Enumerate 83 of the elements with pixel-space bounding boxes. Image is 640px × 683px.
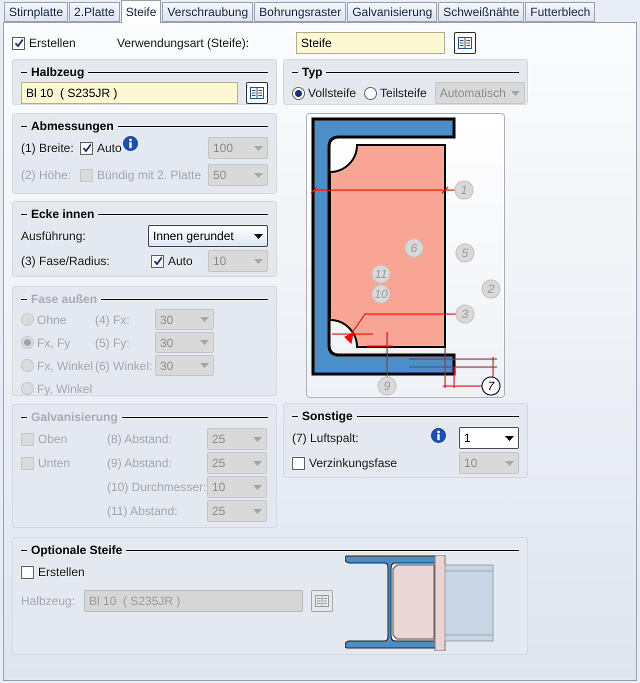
caret-icon [253,436,262,442]
field-label: (4) Fx: [95,312,131,328]
field-label: (1) Breite: [21,140,75,157]
group-title: Abmessungen [31,118,114,135]
group-title: Typ [302,64,322,81]
callout-marker: 6 [404,238,424,258]
radio-label: Fx, Winkel [37,358,94,374]
caret-icon [505,436,514,440]
checkbox[interactable] [12,36,25,50]
list-icon [315,595,329,607]
catalog-button[interactable] [246,82,268,104]
field-label: Ausführung: [21,228,87,245]
field-label: (5) Fy: [95,334,131,352]
checkbox-label: Erstellen [38,564,85,581]
dropdown[interactable]: Innen gerundet [148,225,268,247]
checkbox[interactable] [21,566,34,578]
text-field[interactable]: Bl 10 ( S235JR ) [21,82,238,104]
tab[interactable]: Bohrungsraster [254,2,346,22]
group-title: Optionale Steife [31,542,122,559]
group-title: Sonstige [302,408,353,425]
field-label: Halbzeug: [21,593,76,610]
field-label: (6) Winkel: [95,358,154,374]
checkbox-label: Oben [38,431,68,448]
text-field[interactable]: Steife [296,32,445,54]
checkbox[interactable] [292,456,305,470]
list-icon [458,37,472,49]
field-label: (7) Luftspalt: [292,430,360,447]
caret-icon [254,234,263,238]
radio-label: Fx, Fy [37,334,70,352]
caret-icon [200,363,209,368]
checkbox-label: Unten [38,455,70,472]
tab[interactable]: Futterblech [525,2,596,22]
tab[interactable]: Schweißnähte [438,2,524,22]
radio-label: Fy, Winkel [37,380,92,398]
field-label: (8) Abstand: [107,431,173,448]
callout-marker: 11 [372,264,390,284]
callout-marker: 7 [482,376,500,396]
group-title: Fase außen [31,291,98,308]
tab[interactable]: Stirnplatte [4,2,68,22]
catalog-button[interactable] [454,32,476,54]
caret-icon [254,258,263,264]
group-title: Halbzeug [31,64,84,81]
dropdown[interactable]: 1 [459,427,519,449]
radio-label: Teilsteife [380,85,427,102]
field-label: (11) Abstand: [107,503,178,520]
tab[interactable]: 2.Platte [69,2,120,22]
checkbox-label: Auto [168,253,193,270]
checkbox[interactable] [80,142,93,154]
radio-label: Vollsteife [308,85,356,102]
group-title: Ecke innen [31,206,94,223]
callout-marker: 10 [372,284,390,304]
callout-marker: 3 [456,304,474,324]
field-label: Verwendungsart (Steife): [117,35,250,52]
tab[interactable]: Steife [120,0,162,23]
caret-icon [253,508,262,514]
field-label: (10) Durchmesser: [107,479,207,496]
callout-marker: 2 [482,280,500,298]
caret-icon [254,172,263,178]
caret-icon [510,90,520,96]
checkbox-label: Auto [97,140,122,157]
list-icon [250,87,264,99]
tab[interactable]: Verschraubung [162,2,254,22]
tab[interactable]: Galvanisierung [347,2,438,22]
checkbox[interactable] [151,254,164,268]
checkbox-label: Verzinkungsfase [309,455,398,472]
caret-icon [200,340,209,345]
radio-label: Ohne [37,312,66,328]
checkbox-label: Erstellen [29,35,76,52]
checkbox-label: Bündig mit 2. Platte [97,167,202,184]
field-label: (2) Höhe: [21,167,72,184]
caret-icon [505,460,514,466]
caret-icon [253,484,262,490]
radio-button[interactable] [364,86,378,100]
caret-icon [200,317,209,322]
field-label: (9) Abstand: [107,455,173,472]
caret-icon [253,460,262,466]
radio-button[interactable] [292,86,305,100]
caret-icon [254,146,263,150]
callout-marker: 5 [456,244,474,262]
callout-marker: 1 [454,180,474,200]
field-label: (3) Fase/Radius: [21,253,111,270]
callout-marker: 9 [378,376,396,396]
group-title: Galvanisierung [31,409,118,426]
